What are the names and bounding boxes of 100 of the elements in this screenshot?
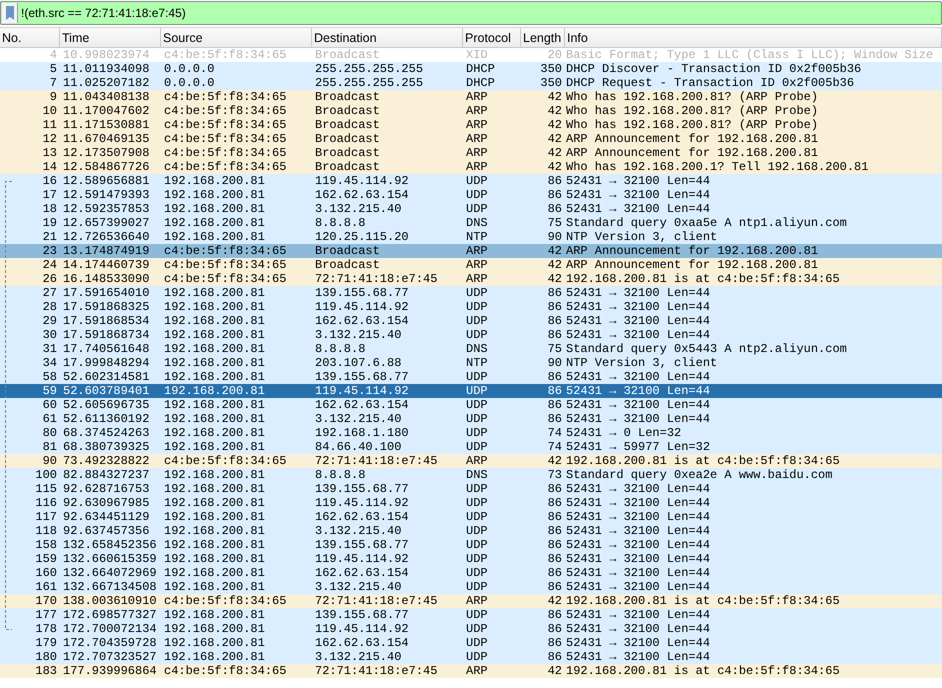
packet-row[interactable]: 177 172.698577327 192.168.200.81 139.155.68.77 UDP 86 52431 → 32100 Len=44 — [0, 608, 942, 622]
packet-row[interactable]: 11 11.171530881 c4:be:5f:f8:34:65 Broadcast ARP 42 Who has 192.168.200.81? (ARP Probe) — [0, 118, 942, 132]
packet-row[interactable]: 159 132.660615359 192.168.200.81 119.45.114.92 UDP 86 52431 → 32100 Len=44 — [0, 552, 942, 566]
table-cell-text: 86 — [546, 202, 563, 216]
table-cell-text: ARP — [465, 258, 489, 272]
packet-row[interactable]: 178 172.700072134 192.168.200.81 119.45.114.92 UDP 86 52431 → 32100 Len=44 — [0, 622, 942, 636]
packet-row[interactable]: 90 73.492328822 c4:be:5f:f8:34:65 72:71:41:18:e7:45 ARP 42 192.168.200.81 is at c4:be:5f:f8:34:65 — [0, 454, 942, 468]
table-cell-text: 90 — [42, 454, 58, 468]
packet-row[interactable]: 12 11.670469135 c4:be:5f:f8:34:65 Broadcast ARP 42 ARP Announcement for 192.168.200.81 — [0, 132, 942, 146]
table-cell-text: 119.45.114.92 — [314, 622, 410, 636]
table-cell-text: 18 — [42, 202, 58, 216]
table-cell-text: 192.168.200.81 — [163, 622, 266, 636]
table-cell-text: 192.168.200.81 — [163, 356, 266, 370]
table-cell-text: 52431 → 0 Len=32 — [565, 426, 682, 440]
column-header[interactable]: Length — [521, 28, 565, 47]
table-cell-text: Who has 192.168.200.1? Tell 192.168.200.81 — [565, 160, 870, 174]
table-cell-text: 52431 → 32100 Len=44 — [565, 496, 712, 510]
packet-row[interactable]: 19 12.657399027 192.168.200.81 8.8.8.8 DNS 75 Standard query 0xaa5e A ntp1.aliyun.com — [0, 216, 942, 230]
packet-row[interactable]: 116 92.630967985 192.168.200.81 119.45.114.92 UDP 86 52431 → 32100 Len=44 — [0, 496, 942, 510]
table-cell-text: 81 — [42, 440, 58, 454]
packet-row[interactable]: 26 16.148533090 c4:be:5f:f8:34:65 72:71:41:18:e7:45 ARP 42 192.168.200.81 is at c4:be:5f:f8:34:65 — [0, 272, 942, 286]
table-cell-text: 92.637457356 — [62, 524, 150, 538]
column-header[interactable]: Destination — [312, 28, 463, 47]
packet-row[interactable]: 81 68.380739325 192.168.200.81 84.66.40.100 UDP 74 52431 → 59977 Len=32 — [0, 440, 942, 454]
packet-row[interactable]: 13 12.173507908 c4:be:5f:f8:34:65 Broadcast ARP 42 ARP Announcement for 192.168.200.81 — [0, 146, 942, 160]
table-cell-text: 3.132.215.40 — [314, 580, 402, 594]
packet-row[interactable]: 21 12.726536640 192.168.200.81 120.25.115.20 NTP 90 NTP Version 3, client — [0, 230, 942, 244]
packet-row[interactable]: 7 11.025207182 0.0.0.0 255.255.255.255 DHCP 350 DHCP Request - Transaction ID 0x2f005b36 — [0, 76, 942, 90]
filter-input[interactable]: !(eth.src == 72:71:41:18:e7:45) — [18, 3, 941, 23]
table-cell-text: Broadcast — [314, 48, 381, 62]
packet-row[interactable]: 27 17.591654010 192.168.200.81 139.155.68.77 UDP 86 52431 → 32100 Len=44 — [0, 286, 942, 300]
packet-row[interactable]: 30 17.591868734 192.168.200.81 3.132.215.40 UDP 86 52431 → 32100 Len=44 — [0, 328, 942, 342]
table-cell-text: 86 — [546, 370, 563, 384]
packet-row[interactable]: 10 11.170047602 c4:be:5f:f8:34:65 Broadcast ARP 42 Who has 192.168.200.81? (ARP Probe) — [0, 104, 942, 118]
table-cell-text: 52431 → 32100 Len=44 — [565, 328, 712, 342]
column-header[interactable]: Time — [60, 28, 161, 47]
table-cell-text: 60 — [42, 398, 58, 412]
packet-row[interactable]: 80 68.374524263 192.168.200.81 192.168.1.180 UDP 74 52431 → 0 Len=32 — [0, 426, 942, 440]
bookmark-icon[interactable] — [2, 3, 18, 23]
table-cell-text: c4:be:5f:f8:34:65 — [163, 244, 288, 258]
table-cell-text: 139.155.68.77 — [314, 370, 410, 384]
packet-row[interactable]: 183 177.939996864 c4:be:5f:f8:34:65 72:71:41:18:e7:45 ARP 42 192.168.200.81 is at c4:be:5f:f8:34:65 — [0, 664, 942, 678]
table-cell-text: 192.168.200.81 is at c4:be:5f:f8:34:65 — [565, 664, 841, 678]
packet-row[interactable]: 170 138.003610910 c4:be:5f:f8:34:65 72:71:41:18:e7:45 ARP 42 192.168.200.81 is at c4:be:5f:f8:34:65 — [0, 594, 942, 608]
packet-row[interactable]: 24 14.174460739 c4:be:5f:f8:34:65 Broadcast ARP 42 ARP Announcement for 192.168.200.81 — [0, 258, 942, 272]
table-cell-text: 52431 → 32100 Len=44 — [565, 174, 712, 188]
table-cell-text: 59 — [42, 384, 58, 398]
packet-row[interactable]: 161 132.667134508 192.168.200.81 3.132.215.40 UDP 86 52431 → 32100 Len=44 — [0, 580, 942, 594]
table-cell-text: ARP — [465, 272, 489, 286]
packet-row[interactable]: 58 52.602314581 192.168.200.81 139.155.68.77 UDP 86 52431 → 32100 Len=44 — [0, 370, 942, 384]
packet-row[interactable]: 17 12.591479393 192.168.200.81 162.62.63.154 UDP 86 52431 → 32100 Len=44 — [0, 188, 942, 202]
table-cell-text: 162.62.63.154 — [314, 510, 410, 524]
filter-field[interactable]: !(eth.src == 72:71:41:18:e7:45) — [0, 1, 942, 25]
packet-row[interactable]: 28 17.591868325 192.168.200.81 119.45.114.92 UDP 86 52431 → 32100 Len=44 — [0, 300, 942, 314]
packet-row[interactable]: 18 12.592357853 192.168.200.81 3.132.215.40 UDP 86 52431 → 32100 Len=44 — [0, 202, 942, 216]
table-cell-text: 9 — [48, 90, 58, 104]
packet-row[interactable]: 158 132.658452356 192.168.200.81 139.155.68.77 UDP 86 52431 → 32100 Len=44 — [0, 538, 942, 552]
packet-row[interactable]: 5 11.011934098 0.0.0.0 255.255.255.255 DHCP 350 DHCP Discover - Transaction ID 0x2f005b36 — [0, 62, 942, 76]
packet-row[interactable]: 14 12.584867726 c4:be:5f:f8:34:65 Broadcast ARP 42 Who has 192.168.200.1? Tell 192.168.200.81 — [0, 160, 942, 174]
packet-row[interactable]: 180 172.707323527 192.168.200.81 3.132.215.40 UDP 86 52431 → 32100 Len=44 — [0, 650, 942, 664]
table-cell-text: ARP — [465, 90, 489, 104]
packet-row[interactable]: 100 82.884327237 192.168.200.81 8.8.8.8 DNS 73 Standard query 0xea2e A www.baidu.com — [0, 468, 942, 482]
table-cell-text: 192.168.200.81 — [163, 398, 266, 412]
table-cell-text: 192.168.200.81 — [163, 188, 266, 202]
column-header[interactable]: No. — [0, 28, 60, 47]
table-cell-text: Broadcast — [314, 132, 381, 146]
table-cell-text: 28 — [42, 300, 58, 314]
packet-row[interactable]: 118 92.637457356 192.168.200.81 3.132.215.40 UDP 86 52431 → 32100 Len=44 — [0, 524, 942, 538]
table-cell-text: 58 — [42, 370, 58, 384]
packet-row[interactable]: 160 132.664072969 192.168.200.81 162.62.63.154 UDP 86 52431 → 32100 Len=44 — [0, 566, 942, 580]
column-header[interactable]: Protocol — [463, 28, 521, 47]
packet-row[interactable]: 61 52.611360192 192.168.200.81 3.132.215.40 UDP 86 52431 → 32100 Len=44 — [0, 412, 942, 426]
packet-row[interactable]: 31 17.740561648 192.168.200.81 8.8.8.8 DNS 75 Standard query 0x5443 A ntp2.aliyun.com — [0, 342, 942, 356]
packet-row[interactable]: 60 52.605696735 192.168.200.81 162.62.63.154 UDP 86 52431 → 32100 Len=44 — [0, 398, 942, 412]
table-cell-text: 29 — [42, 314, 58, 328]
table-cell-text: 172.700072134 — [62, 622, 158, 636]
column-header[interactable]: Source — [161, 28, 312, 47]
packet-row[interactable]: 16 12.589656881 192.168.200.81 119.45.114.92 UDP 86 52431 → 32100 Len=44 — [0, 174, 942, 188]
column-header[interactable]: Info — [565, 28, 942, 47]
packet-row[interactable]: 34 17.999848294 192.168.200.81 203.107.6.88 NTP 90 NTP Version 3, client — [0, 356, 942, 370]
packet-row[interactable]: 9 11.043408138 c4:be:5f:f8:34:65 Broadcast ARP 42 Who has 192.168.200.81? (ARP Probe) — [0, 90, 942, 104]
packet-row[interactable]: 59 52.603789401 192.168.200.81 119.45.114.92 UDP 86 52431 → 32100 Len=44 — [0, 384, 942, 398]
packet-row[interactable]: 117 92.634451129 192.168.200.81 162.62.63.154 UDP 86 52431 → 32100 Len=44 — [0, 510, 942, 524]
packet-row[interactable]: 29 17.591868534 192.168.200.81 162.62.63.154 UDP 86 52431 → 32100 Len=44 — [0, 314, 942, 328]
table-cell-text: 52431 → 32100 Len=44 — [565, 608, 712, 622]
packet-row[interactable]: 115 92.628716753 192.168.200.81 139.155.68.77 UDP 86 52431 → 32100 Len=44 — [0, 482, 942, 496]
table-cell-text: 86 — [546, 328, 563, 342]
table-cell-text: 52.605696735 — [62, 398, 150, 412]
table-cell-text: 68.374524263 — [62, 426, 150, 440]
table-cell-text: 86 — [546, 412, 563, 426]
packet-row[interactable]: 179 172.704359728 192.168.200.81 162.62.63.154 UDP 86 52431 → 32100 Len=44 — [0, 636, 942, 650]
table-cell-text: 17.740561648 — [62, 342, 150, 356]
table-cell-text: 12 — [42, 132, 58, 146]
packet-row[interactable]: 23 13.174874919 c4:be:5f:f8:34:65 Broadcast ARP 42 ARP Announcement for 192.168.200.81 — [0, 244, 942, 258]
table-cell-text: UDP — [465, 202, 489, 216]
table-cell-text: 177 — [34, 608, 58, 622]
table-cell-text: 72:71:41:18:e7:45 — [314, 272, 438, 286]
table-cell-text: 180 — [34, 650, 58, 664]
table-cell-text: 192.168.200.81 — [163, 314, 266, 328]
table-cell-text: 42 — [546, 594, 563, 608]
